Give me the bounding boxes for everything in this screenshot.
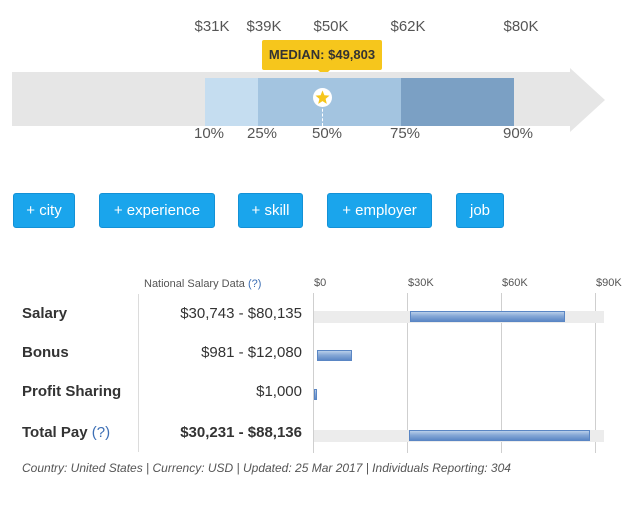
row-label: Salary	[22, 305, 68, 322]
header-help-link[interactable]: (?)	[248, 278, 261, 290]
p25-label: 25%	[246, 125, 278, 142]
p75-salary-label: $62K	[390, 18, 426, 35]
row-value: $30,231 - $88,136	[180, 424, 302, 441]
band-p75-p90	[401, 78, 514, 126]
p90-label: 90%	[502, 125, 534, 142]
row-label: Profit Sharing	[22, 383, 122, 400]
median-star-icon	[313, 88, 332, 107]
p75-label: 75%	[389, 125, 421, 142]
row-value: $1,000	[256, 383, 302, 400]
add-experience-button[interactable]: + experience	[99, 193, 215, 228]
axis-tick-60k: $60K	[502, 277, 528, 289]
add-employer-button[interactable]: + employer	[327, 193, 432, 228]
add-skill-button[interactable]: + skill	[238, 193, 303, 228]
p90-salary-label: $80K	[503, 18, 539, 35]
axis-tick-30k: $30K	[408, 277, 434, 289]
axis-tick-90k: $90K	[596, 277, 622, 289]
column-divider	[138, 294, 139, 452]
band-p10-p25	[205, 78, 258, 126]
row-label: Total Pay (?)	[22, 424, 110, 441]
table-header-label: National Salary Data	[144, 278, 245, 290]
p50-salary-label: $50K	[313, 18, 349, 35]
median-marker-line	[322, 104, 323, 126]
row-label: Bonus	[22, 344, 69, 361]
salary-range-bar	[410, 311, 566, 322]
axis-tick-0: $0	[314, 277, 327, 289]
total-pay-range-bar	[408, 430, 591, 441]
row-value: $981 - $12,080	[201, 344, 302, 361]
p10-salary-label: $31K	[194, 18, 230, 35]
p50-label: 50%	[311, 125, 343, 142]
row-label-text: Total Pay	[22, 424, 88, 441]
p25-salary-label: $39K	[246, 18, 282, 35]
bonus-range-bar	[317, 350, 352, 361]
total-pay-help-link[interactable]: (?)	[92, 424, 110, 441]
row-value: $30,743 - $80,135	[180, 305, 302, 322]
footer-meta: Country: United States | Currency: USD |…	[22, 461, 511, 475]
table-header: National Salary Data (?)	[144, 278, 261, 290]
p10-label: 10%	[193, 125, 225, 142]
job-button[interactable]: job	[456, 193, 504, 228]
add-city-button[interactable]: + city	[13, 193, 75, 228]
profit-sharing-bar	[314, 389, 318, 400]
